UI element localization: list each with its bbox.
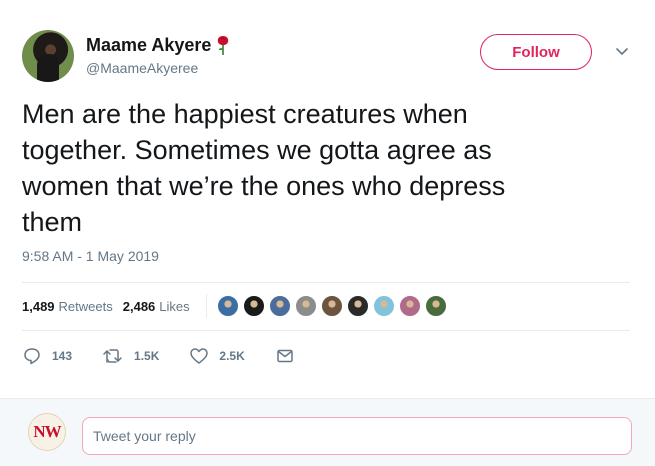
liker-avatar[interactable]: [346, 295, 369, 317]
liker-avatar[interactable]: [294, 295, 317, 317]
author-name-row: Maame Akyere: [86, 34, 231, 56]
chevron-down-icon[interactable]: [614, 46, 630, 58]
reply-icon: [24, 348, 40, 365]
current-user-avatar[interactable]: NW: [28, 413, 66, 451]
tweet-line: women that we’re the ones who depress: [22, 171, 506, 201]
retweet-count: 1.5K: [134, 349, 160, 363]
stats-separator: [205, 294, 207, 318]
divider: [22, 330, 630, 331]
like-action[interactable]: 2.5K: [189, 346, 245, 366]
reply-action[interactable]: 143: [22, 346, 72, 366]
liker-avatar[interactable]: [372, 295, 395, 317]
likes-count[interactable]: 2,486: [123, 299, 156, 314]
rose-icon: [218, 36, 229, 55]
follow-button[interactable]: Follow: [480, 34, 592, 70]
like-count: 2.5K: [219, 349, 245, 363]
heart-icon: [190, 348, 209, 364]
reply-bar: NW: [0, 398, 655, 466]
reply-count: 143: [52, 349, 73, 363]
liker-avatars: [216, 295, 451, 317]
tweet-line: Men are the happiest creatures when: [22, 99, 468, 129]
tweet-stats: 1,489 Retweets 2,486 Likes: [22, 294, 451, 318]
tweet-actions: 143 1.5K 2.5K: [22, 346, 335, 366]
liker-avatar[interactable]: [242, 295, 265, 317]
likes-label[interactable]: Likes: [159, 299, 189, 314]
divider: [22, 282, 630, 283]
liker-avatar[interactable]: [398, 295, 421, 317]
retweets-label[interactable]: Retweets: [59, 299, 113, 314]
tweet-header: Maame Akyere @MaameAkyeree Follow: [22, 28, 634, 84]
envelope-icon: [277, 349, 293, 363]
author-handle[interactable]: @MaameAkyeree: [86, 60, 198, 76]
tweet-line: them: [22, 207, 83, 237]
liker-avatar[interactable]: [268, 295, 291, 317]
liker-avatar[interactable]: [320, 295, 343, 317]
author-display-name[interactable]: Maame Akyere: [86, 35, 211, 56]
tweet-timestamp[interactable]: 9:58 AM - 1 May 2019: [22, 248, 159, 264]
tweet-line: together. Sometimes we gotta agree as: [22, 135, 492, 165]
liker-avatar[interactable]: [424, 295, 447, 317]
retweet-action[interactable]: 1.5K: [102, 346, 159, 366]
direct-message-action[interactable]: [275, 346, 305, 366]
liker-avatar[interactable]: [216, 295, 239, 317]
retweets-count[interactable]: 1,489: [22, 299, 55, 314]
author-avatar[interactable]: [22, 30, 74, 82]
tweet-text: Men are the happiest creatures when toge…: [22, 96, 622, 240]
retweet-icon: [103, 349, 122, 363]
reply-input[interactable]: [82, 417, 632, 455]
